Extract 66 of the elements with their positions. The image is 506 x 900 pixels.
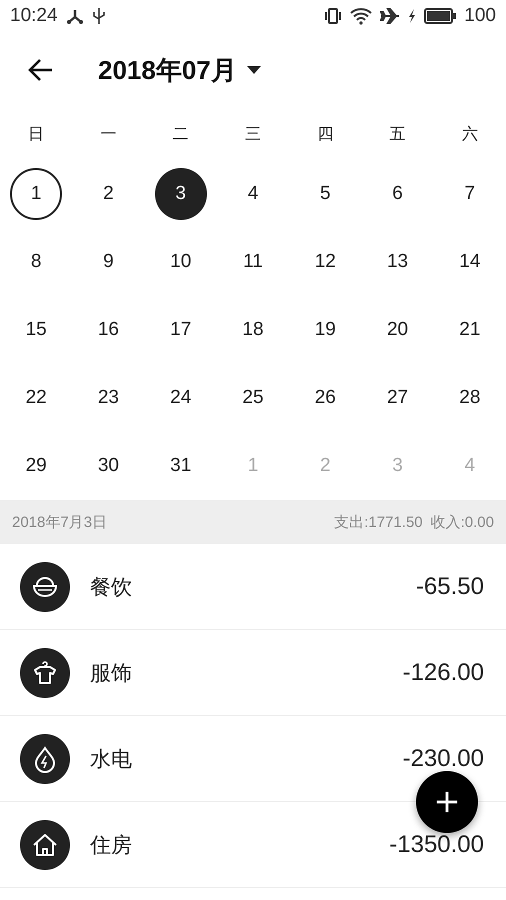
battery-level: 100 <box>464 5 496 27</box>
calendar-day[interactable]: 26 <box>299 372 352 424</box>
battery-icon <box>424 8 456 24</box>
plus-icon <box>435 790 459 814</box>
wifi-icon <box>350 7 372 25</box>
shirt-icon <box>20 648 70 698</box>
network-icon <box>66 8 84 24</box>
calendar-day[interactable]: 21 <box>444 304 496 356</box>
calendar-day[interactable]: 31 <box>154 440 207 492</box>
amount: -65.50 <box>416 572 484 600</box>
weekday-label: 二 <box>172 124 189 144</box>
weekday-label: 一 <box>100 124 116 144</box>
weekday-label: 日 <box>28 124 44 144</box>
income-total: 收入:0.00 <box>430 512 494 532</box>
bowl-icon <box>20 562 70 612</box>
calendar-day[interactable]: 3 <box>154 168 207 220</box>
calendar-day[interactable]: 14 <box>444 236 496 288</box>
selected-date: 2018年7月3日 <box>12 512 108 532</box>
calendar-day[interactable]: 19 <box>299 304 352 356</box>
weekday-label: 四 <box>317 124 334 144</box>
calendar-day[interactable]: 27 <box>372 372 424 424</box>
airplane-icon <box>380 7 400 25</box>
category-name: 餐饮 <box>90 574 133 600</box>
status-time: 10:24 <box>10 5 58 27</box>
calendar-day[interactable]: 8 <box>10 236 62 288</box>
category-name: 住房 <box>90 832 133 858</box>
expense-total: 支出:1771.50 <box>334 512 423 532</box>
house-icon <box>20 820 70 870</box>
usb-icon <box>92 7 106 25</box>
charging-icon <box>408 9 416 23</box>
lightning-drop-icon <box>20 734 70 784</box>
calendar-day[interactable]: 16 <box>82 304 134 356</box>
category-name: 水电 <box>90 746 133 772</box>
amount: -230.00 <box>402 744 484 772</box>
calendar-day[interactable]: 12 <box>299 236 352 288</box>
calendar-day[interactable]: 4 <box>226 168 279 220</box>
calendar-day[interactable]: 24 <box>154 372 207 424</box>
weekday-label: 五 <box>390 124 406 144</box>
vibrate-icon <box>324 7 342 25</box>
calendar-day[interactable]: 25 <box>226 372 279 424</box>
caret-icon <box>246 66 261 74</box>
calendar-day[interactable]: 13 <box>372 236 424 288</box>
calendar-day[interactable]: 9 <box>82 236 134 288</box>
calendar-day[interactable]: 28 <box>444 372 496 424</box>
add-button[interactable] <box>416 771 478 833</box>
calendar-day[interactable]: 7 <box>444 168 496 220</box>
calendar-day[interactable]: 11 <box>226 236 279 288</box>
amount: -126.00 <box>402 658 484 686</box>
amount: -1350.00 <box>389 830 484 858</box>
calendar-day[interactable]: 18 <box>226 304 279 356</box>
weekday-label: 三 <box>244 124 261 144</box>
calendar-day[interactable]: 15 <box>10 304 62 356</box>
calendar-day[interactable]: 29 <box>10 440 62 492</box>
calendar-day[interactable]: 10 <box>154 236 207 288</box>
calendar-day[interactable]: 20 <box>372 304 424 356</box>
calendar-day[interactable]: 5 <box>299 168 352 220</box>
category-name: 服饰 <box>90 660 133 686</box>
calendar-day[interactable]: 2 <box>82 168 134 220</box>
calendar-day[interactable]: 6 <box>372 168 424 220</box>
calendar-day[interactable]: 1 <box>10 168 62 220</box>
calendar-day[interactable]: 22 <box>10 372 62 424</box>
calendar-day[interactable]: 30 <box>82 440 134 492</box>
calendar-day[interactable]: 17 <box>154 304 207 356</box>
calendar-day[interactable]: 23 <box>82 372 134 424</box>
weekday-label: 六 <box>462 124 478 144</box>
month-picker[interactable]: 2018年07月 <box>98 52 261 88</box>
